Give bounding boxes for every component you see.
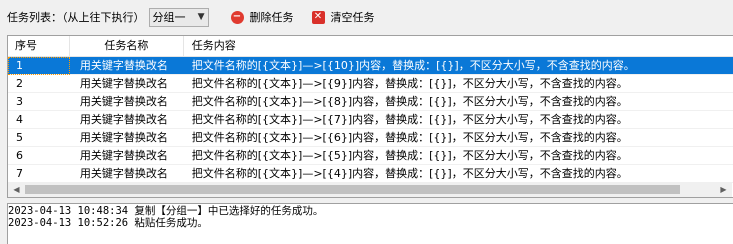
row-index-cell: 6 (16, 149, 23, 162)
table-row[interactable]: 7 用关键字替换改名 把文件名称的[{文本}]—>[{4}]内容，替换成：[{}]，… (8, 165, 733, 183)
row-index-cell: 2 (16, 77, 23, 90)
column-header-name[interactable]: 任务名称 (70, 36, 184, 56)
row-index-cell: 3 (16, 95, 23, 108)
row-index-cell: 5 (16, 131, 23, 144)
table-row[interactable]: 5 用关键字替换改名 把文件名称的[{文本}]—>[{6}]内容，替换成：[{}]，… (8, 129, 733, 147)
table-row[interactable]: 6 用关键字替换改名 把文件名称的[{文本}]—>[{5}]内容，替换成：[{}]，… (8, 147, 733, 165)
row-content-cell: 把文件名称的[{文本}]—>[{4}]内容，替换成：[{}]，不区分大小写，不含… (191, 167, 628, 180)
row-name-cell: 用关键字替换改名 (79, 59, 168, 72)
group-select[interactable]: 分组一 ▼ (148, 7, 209, 27)
clear-tasks-button[interactable]: ✕ 清空任务 (308, 6, 379, 28)
delete-task-label: 删除任务 (249, 11, 294, 24)
delete-task-button[interactable]: − 删除任务 (227, 6, 298, 28)
table-row[interactable]: 1 用关键字替换改名 把文件名称的[{文本}]—>[{10}]内容，替换成：[{}]… (8, 57, 733, 75)
table-row[interactable]: 4 用关键字替换改名 把文件名称的[{文本}]—>[{7}]内容，替换成：[{}]，… (8, 111, 733, 129)
row-index-cell: 7 (16, 167, 23, 180)
row-content-cell: 把文件名称的[{文本}]—>[{7}]内容，替换成：[{}]，不区分大小写，不含… (191, 113, 628, 126)
row-index-cell: 4 (16, 113, 23, 126)
horizontal-scrollbar[interactable]: ◀ ▶ (8, 182, 732, 197)
row-content-cell: 把文件名称的[{文本}]—>[{9}]内容，替换成：[{}]，不区分大小写，不含… (191, 77, 628, 90)
table-header: 序号 任务名称 任务内容 (8, 36, 733, 57)
row-name-cell: 用关键字替换改名 (79, 77, 168, 90)
scrollbar-thumb[interactable] (25, 185, 680, 194)
log-panel: 2023-04-13 10:48:34 复制【分组一】中已选择好的任务成功。 2… (7, 203, 733, 244)
x-square-icon: ✕ (311, 10, 325, 24)
row-index-cell: 1 (8, 57, 70, 75)
row-name-cell: 用关键字替换改名 (79, 113, 168, 126)
row-name-cell: 用关键字替换改名 (79, 167, 168, 180)
row-content-cell: 把文件名称的[{文本}]—>[{10}]内容，替换成：[{}]，不区分大小写，不… (191, 59, 635, 72)
minus-circle-icon: − (230, 10, 244, 24)
row-content-cell: 把文件名称的[{文本}]—>[{6}]内容，替换成：[{}]，不区分大小写，不含… (191, 131, 628, 144)
row-name-cell: 用关键字替换改名 (79, 131, 168, 144)
row-content-cell: 把文件名称的[{文本}]—>[{5}]内容，替换成：[{}]，不区分大小写，不含… (191, 149, 628, 162)
row-name-cell: 用关键字替换改名 (79, 95, 168, 108)
column-header-content[interactable]: 任务内容 (184, 36, 733, 56)
clear-tasks-label: 清空任务 (330, 11, 375, 24)
table-body: 1 用关键字替换改名 把文件名称的[{文本}]—>[{10}]内容，替换成：[{}]… (8, 57, 733, 183)
task-list-label: 任务列表：（从上往下执行） (7, 11, 145, 24)
group-select-value: 分组一 (152, 11, 186, 24)
log-line: 2023-04-13 10:52:26 粘贴任务成功。 (8, 217, 208, 229)
row-content-cell: 把文件名称的[{文本}]—>[{8}]内容，替换成：[{}]，不区分大小写，不含… (191, 95, 628, 108)
task-table[interactable]: 序号 任务名称 任务内容 1 用关键字替换改名 把文件名称的[{文本}]—>[{10… (7, 35, 733, 198)
row-name-cell: 用关键字替换改名 (79, 149, 168, 162)
log-line: 2023-04-13 10:48:34 复制【分组一】中已选择好的任务成功。 (8, 205, 324, 217)
toolbar: 任务列表：（从上往下执行） 分组一 ▼ − 删除任务 ✕ 清空任务 (0, 0, 733, 34)
column-header-index[interactable]: 序号 (8, 36, 70, 56)
scroll-left-icon[interactable]: ◀ (8, 182, 25, 197)
table-row[interactable]: 3 用关键字替换改名 把文件名称的[{文本}]—>[{8}]内容，替换成：[{}]，… (8, 93, 733, 111)
table-row[interactable]: 2 用关键字替换改名 把文件名称的[{文本}]—>[{9}]内容，替换成：[{}]，… (8, 75, 733, 93)
scroll-right-icon[interactable]: ▶ (715, 182, 732, 197)
scrollbar-track[interactable] (25, 182, 715, 197)
chevron-down-icon: ▼ (197, 12, 205, 22)
